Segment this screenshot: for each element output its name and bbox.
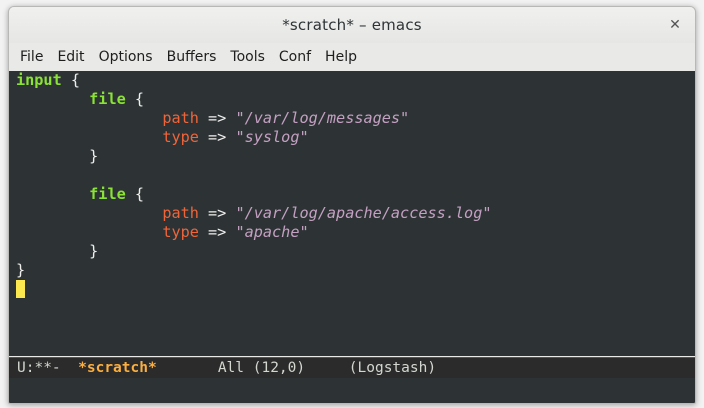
code-token-kw: file (89, 185, 126, 203)
menu-help[interactable]: Help (319, 49, 365, 65)
code-token-plain: => (198, 204, 236, 222)
code-token-plain: } (89, 242, 99, 260)
code-line[interactable]: file { (9, 185, 695, 204)
code-token-str: "apache" (235, 223, 309, 241)
code-line[interactable]: path => "/var/log/apache/access.log" (9, 204, 695, 223)
code-token-plain: => (198, 109, 236, 127)
code-token-str: "/var/log/apache/access.log" (235, 204, 492, 222)
code-token-attr: type (162, 128, 199, 146)
code-line[interactable]: } (9, 242, 695, 261)
menu-buffers[interactable]: Buffers (161, 49, 225, 65)
emacs-window: *scratch* – emacs ✕ File Edit Options Bu… (8, 6, 696, 404)
code-token-kw: file (89, 90, 126, 108)
editor-buffer[interactable]: input { file { path => "/var/log/message… (9, 71, 695, 356)
code-line[interactable] (9, 166, 695, 185)
code-token-kw: input (16, 71, 62, 89)
code-line[interactable]: file { (9, 90, 695, 109)
code-token-attr: type (162, 223, 199, 241)
code-token-str: "/var/log/messages" (235, 109, 410, 127)
menu-bar: File Edit Options Buffers Tools Conf Hel… (9, 43, 695, 71)
code-line[interactable]: } (9, 147, 695, 166)
menu-tools[interactable]: Tools (224, 49, 273, 65)
title-bar: *scratch* – emacs ✕ (9, 7, 695, 43)
mode-line: U:**- *scratch* All (12,0) (Logstash) (9, 357, 695, 378)
code-token-plain: { (125, 90, 145, 108)
menu-file[interactable]: File (14, 49, 51, 65)
code-token-attr: path (162, 109, 199, 127)
code-line[interactable]: path => "/var/log/messages" (9, 109, 695, 128)
code-token-plain: => (198, 128, 236, 146)
close-icon[interactable]: ✕ (667, 17, 683, 33)
code-line[interactable] (9, 280, 695, 299)
code-token-plain: } (16, 261, 26, 279)
text-cursor (16, 280, 25, 298)
window-title: *scratch* – emacs (282, 16, 422, 34)
code-line[interactable]: input { (9, 71, 695, 90)
code-line[interactable]: } (9, 261, 695, 280)
minibuffer[interactable] (9, 378, 695, 403)
code-token-plain: } (89, 147, 99, 165)
menu-edit[interactable]: Edit (51, 49, 92, 65)
code-token-plain: { (125, 185, 145, 203)
code-token-plain: { (61, 71, 81, 89)
modeline-status: U:**- (17, 360, 61, 376)
modeline-buffer-name[interactable]: *scratch* (78, 360, 157, 376)
modeline-position: All (12,0) (217, 360, 306, 376)
modeline-mode[interactable]: (Logstash) (349, 360, 436, 376)
menu-conf[interactable]: Conf (273, 49, 319, 65)
code-line[interactable]: type => "syslog" (9, 128, 695, 147)
code-token-plain: => (198, 223, 236, 241)
menu-options[interactable]: Options (93, 49, 161, 65)
code-token-attr: path (162, 204, 199, 222)
code-line[interactable]: type => "apache" (9, 223, 695, 242)
code-token-str: "syslog" (235, 128, 309, 146)
